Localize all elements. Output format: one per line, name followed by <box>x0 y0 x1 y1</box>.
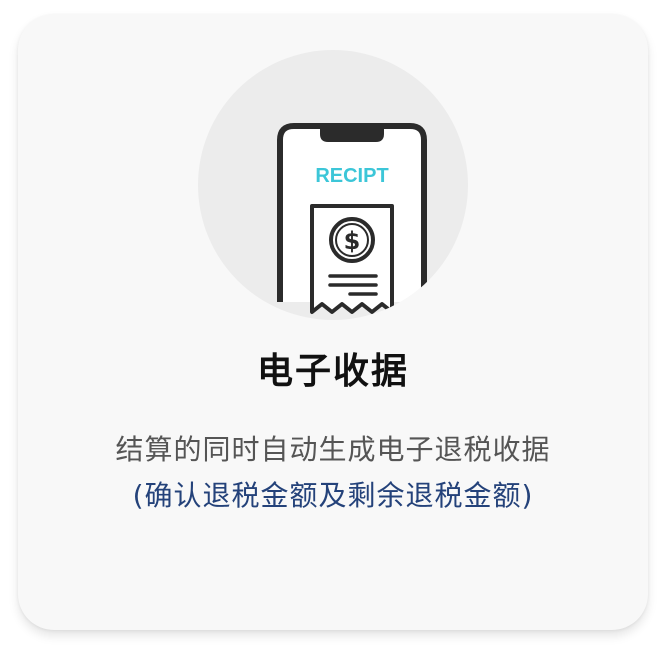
phone-notch-icon <box>320 126 384 142</box>
dollar-sign-icon: $ <box>344 227 361 255</box>
electronic-receipt-card: RECIPT $ 电子收据 结算的同时自动生成电子退税收据 (确认退税金额及剩余… <box>18 14 648 630</box>
card-description: 结算的同时自动生成电子退税收据 <box>115 433 551 466</box>
phone-receipt-icon: RECIPT $ <box>198 50 468 320</box>
card-title: 电子收据 <box>256 351 409 392</box>
card-note: (确认退税金额及剩余退税金额) <box>132 479 534 512</box>
screen-label: RECIPT <box>315 165 388 187</box>
